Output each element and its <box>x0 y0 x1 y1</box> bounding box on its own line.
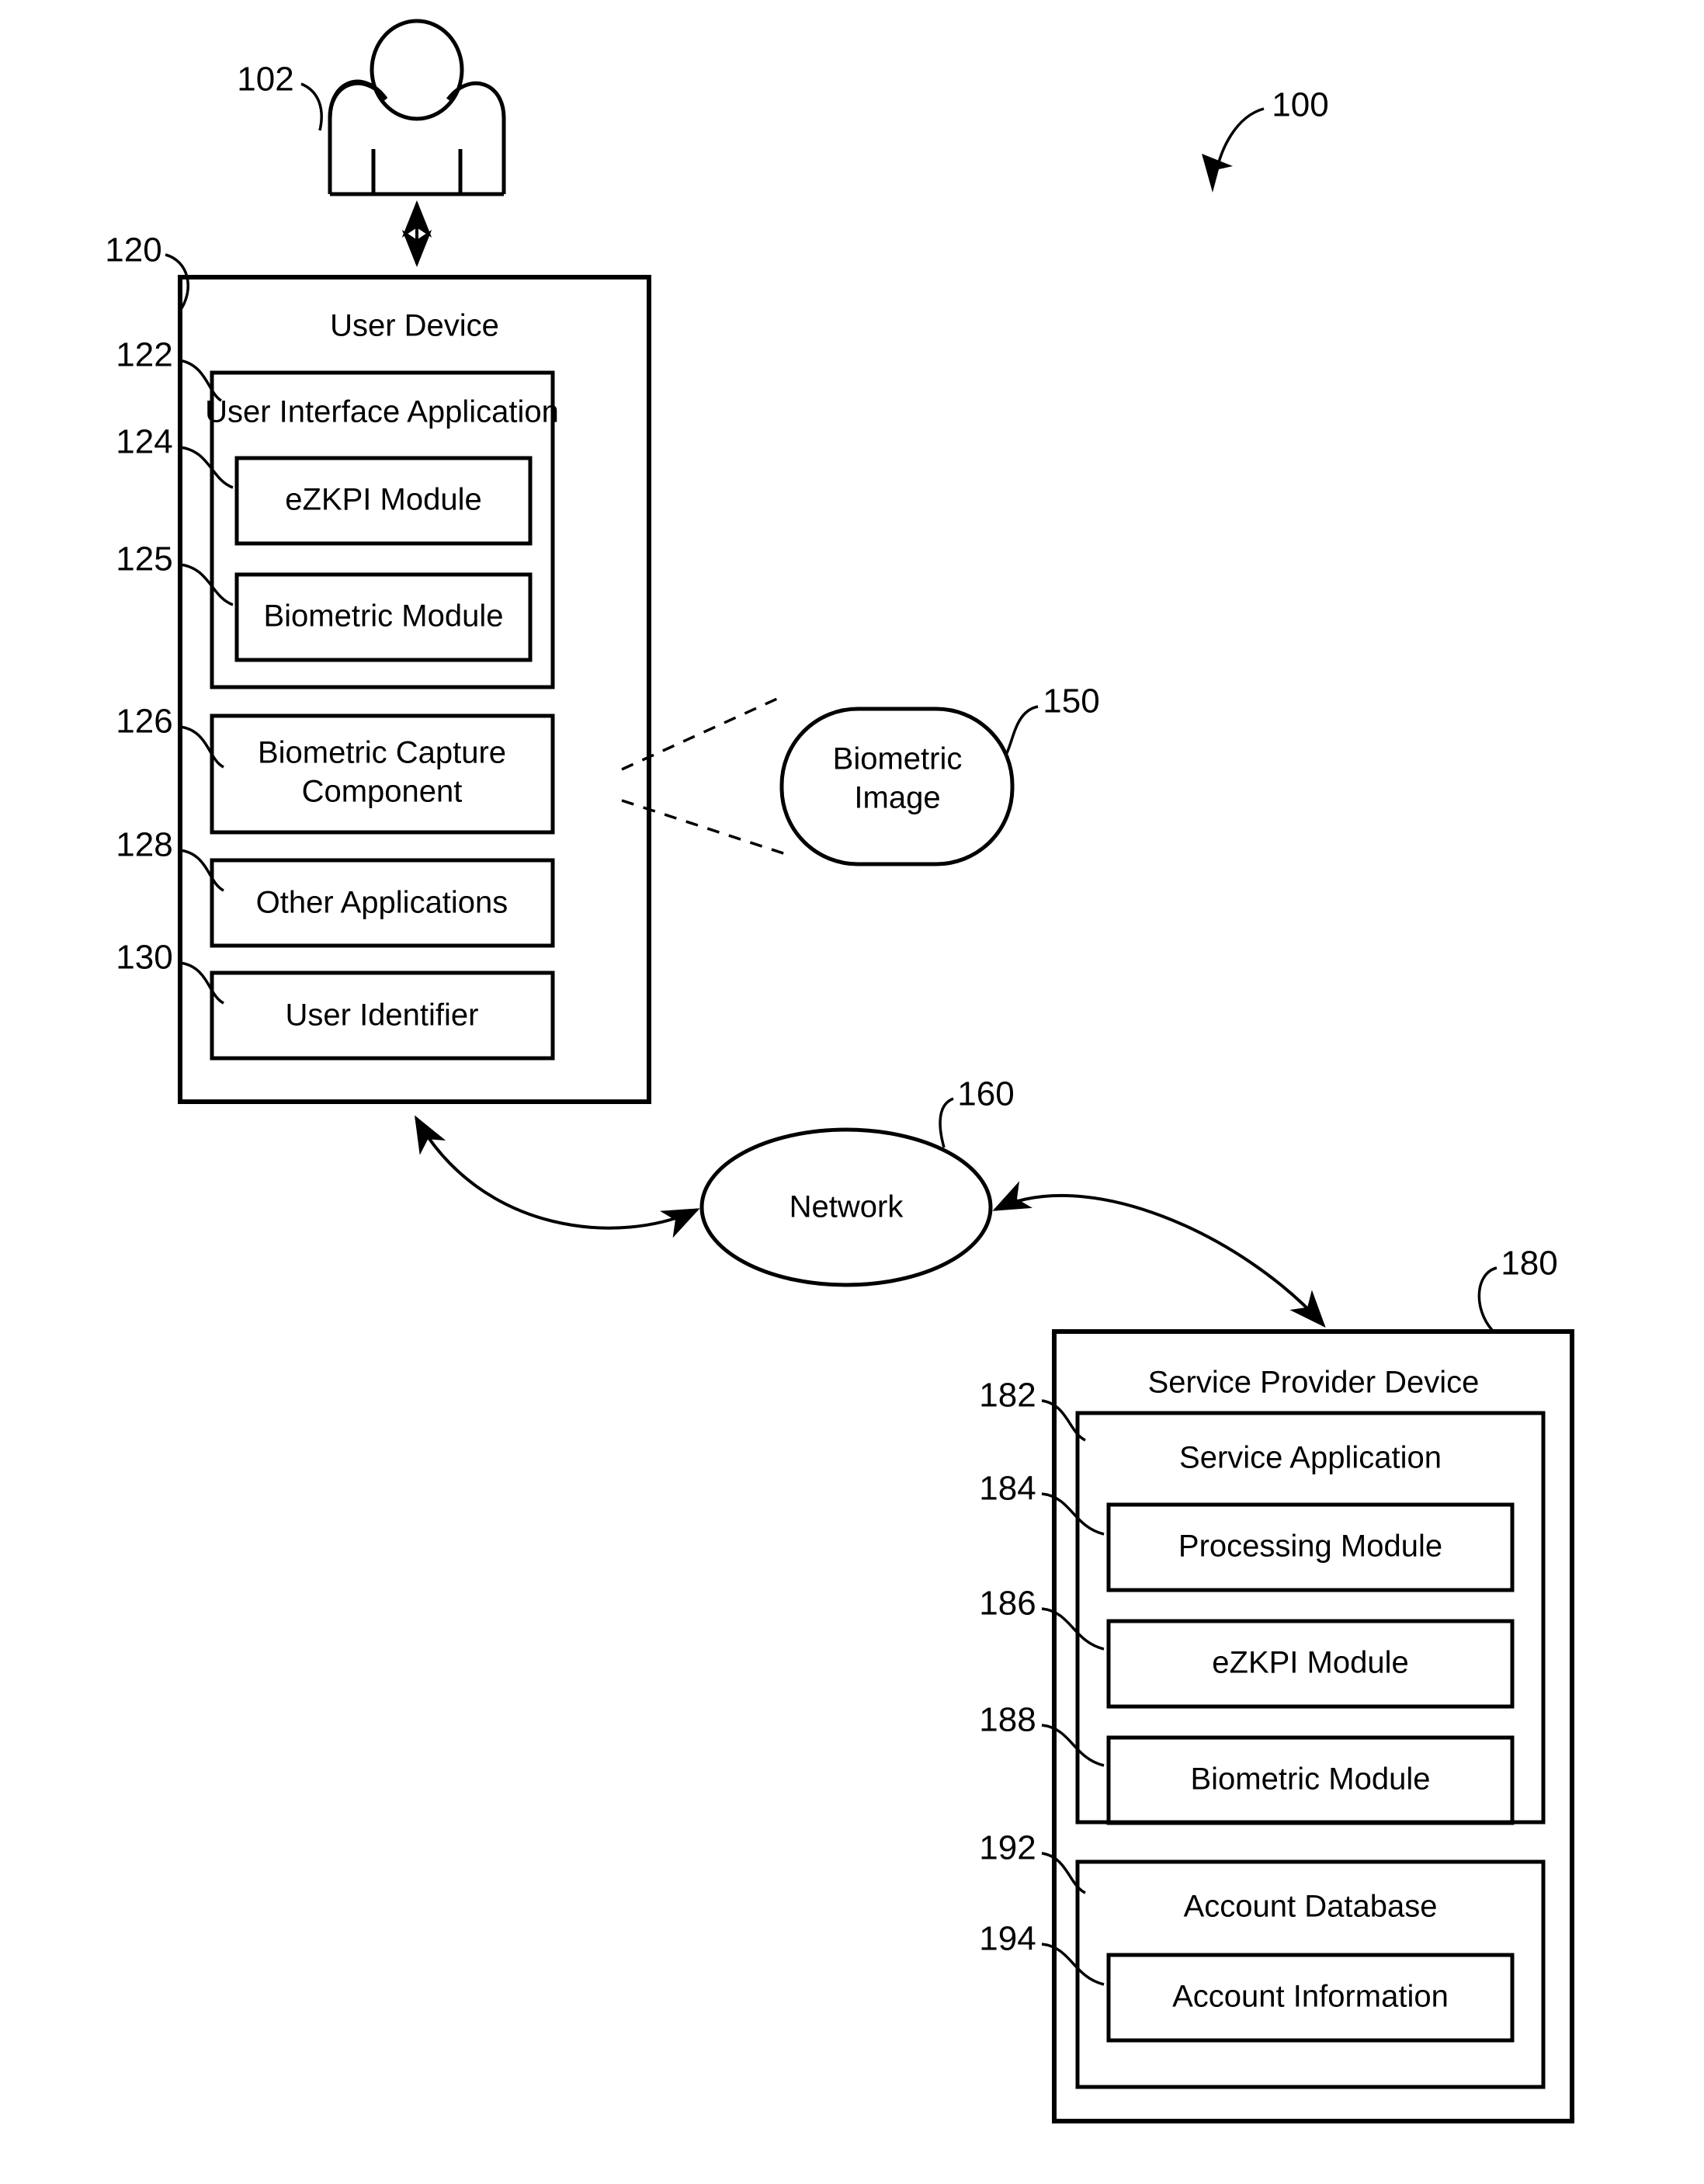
service-provider-ref-number: 180 <box>1501 1245 1557 1283</box>
service-application-group[interactable]: Service Application 182 Processing Modul… <box>979 1377 1546 1825</box>
sp-ezkpi-module-ref-leader <box>1041 1607 1105 1651</box>
biometric-image-ref-number: 150 <box>1043 682 1099 720</box>
other-applications-ref-number: 128 <box>116 826 172 864</box>
biometric-image-label-line1: Biometric <box>833 742 963 776</box>
biometric-capture-label-line1: Biometric Capture <box>258 736 506 770</box>
user-ref-leader <box>300 82 323 131</box>
system-ref-callout: 100 <box>1202 86 1329 193</box>
processing-module-label: Processing Module <box>1178 1529 1442 1564</box>
user-identifier-label: User Identifier <box>286 998 479 1033</box>
user-head-icon <box>370 19 464 121</box>
other-applications-ref-leader <box>179 849 224 892</box>
network-label: Network <box>790 1190 904 1224</box>
user-device-ref-leader <box>165 253 190 311</box>
user-torso-outline <box>328 79 388 119</box>
biometric-image-ref-leader <box>1005 705 1039 755</box>
network-ref-leader <box>939 1097 954 1148</box>
account-database-group[interactable]: Account Database 192 Account Information… <box>979 1829 1546 2089</box>
biometric-capture-ref-number: 126 <box>116 703 172 741</box>
ui-application-ref-number: 122 <box>116 336 172 374</box>
biometric-module-ref-number: 125 <box>116 540 172 578</box>
ezkpi-module-ref-number: 124 <box>116 423 172 461</box>
biometric-image-label-line2: Image <box>854 781 940 815</box>
user-shoulder-left-icon <box>328 81 506 194</box>
service-application-ref-number: 182 <box>979 1377 1036 1415</box>
ezkpi-module-ref-leader <box>179 446 234 489</box>
biometric-image-group[interactable]: Biometric Image 150 <box>621 682 1100 866</box>
biometric-module-label: Biometric Module <box>263 599 503 634</box>
network-service-connector <box>992 1181 1326 1328</box>
other-applications-label: Other Applications <box>256 886 508 920</box>
service-provider-device-group[interactable]: Service Provider Device 180 Service Appl… <box>979 1245 1574 2123</box>
biometric-image-connector-lower <box>621 799 786 856</box>
sp-biometric-module-ref-leader <box>1041 1724 1105 1767</box>
account-information-label: Account Information <box>1172 1980 1449 2014</box>
sp-biometric-module-ref-number: 188 <box>979 1701 1036 1739</box>
network-group[interactable]: Network 160 <box>699 1075 1015 1287</box>
service-application-title: Service Application <box>1179 1441 1442 1475</box>
biometric-module-ref-leader <box>179 563 234 606</box>
account-information-ref-leader <box>1041 1943 1105 1986</box>
device-network-connector <box>415 1115 700 1238</box>
biometric-image-connector-upper <box>621 693 786 771</box>
sp-ezkpi-module-label: eZKPI Module <box>1212 1646 1408 1680</box>
user-ref-number: 102 <box>237 61 293 99</box>
patent-figure-diagram: 100 102 User Device 120 User Interface A… <box>105 19 1574 2123</box>
account-information-ref-number: 194 <box>979 1920 1036 1958</box>
user-identifier-ref-number: 130 <box>116 939 172 977</box>
sp-biometric-module-label: Biometric Module <box>1190 1762 1430 1797</box>
service-provider-device-title: Service Provider Device <box>1148 1366 1480 1400</box>
ezkpi-module-label: eZKPI Module <box>285 483 481 517</box>
biometric-capture-ref-leader <box>179 725 224 769</box>
account-database-title: Account Database <box>1184 1890 1438 1924</box>
user-identifier-ref-leader <box>179 961 224 1005</box>
system-ref-arrowhead <box>1202 154 1233 193</box>
network-ref-number: 160 <box>957 1075 1014 1113</box>
service-provider-ref-leader <box>1477 1266 1498 1332</box>
user-actor-figure: 102 <box>237 19 506 196</box>
biometric-capture-label-line2: Component <box>302 775 463 809</box>
user-device-ref-number: 120 <box>105 231 161 269</box>
ui-application-ref-leader <box>179 359 223 402</box>
system-ref-number: 100 <box>1272 86 1328 124</box>
ui-application-title: User Interface Application <box>205 395 559 429</box>
sp-ezkpi-module-ref-number: 186 <box>979 1585 1036 1623</box>
user-device-title: User Device <box>330 309 499 343</box>
account-database-ref-number: 192 <box>979 1829 1036 1867</box>
user-device-group[interactable]: User Device 120 User Interface Applicati… <box>105 231 651 1104</box>
processing-module-ref-number: 184 <box>979 1470 1036 1508</box>
processing-module-ref-leader <box>1041 1492 1105 1536</box>
